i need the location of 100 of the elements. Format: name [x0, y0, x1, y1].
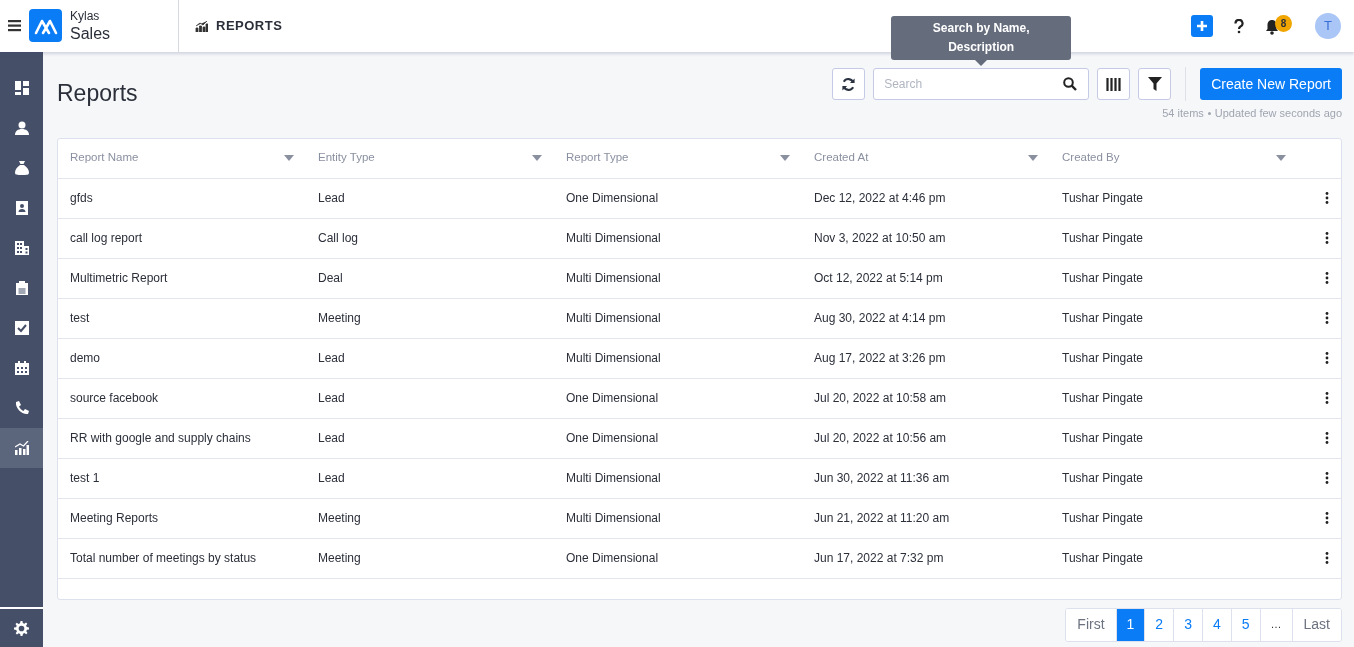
- column-header[interactable]: Created By: [1062, 149, 1120, 167]
- table-cell-text: call log report: [70, 230, 143, 247]
- chart-icon: [14, 441, 29, 455]
- table-cell-text: Jul 20, 2022 at 10:58 am: [814, 390, 947, 407]
- column-header[interactable]: Report Type: [566, 149, 629, 167]
- refresh-icon: [841, 76, 857, 92]
- search-tooltip: Search by Name, Description: [891, 16, 1072, 60]
- more-options-icon[interactable]: [1325, 192, 1329, 204]
- create-report-button[interactable]: Create New Report: [1200, 68, 1342, 100]
- table-cell-text: Tushar Pingate: [1062, 350, 1143, 367]
- table-cell-text: Tushar Pingate: [1062, 430, 1143, 447]
- more-options-icon[interactable]: [1325, 392, 1329, 404]
- table-cell-text: Jul 20, 2022 at 10:56 am: [814, 430, 947, 447]
- more-options-icon[interactable]: [1325, 432, 1329, 444]
- table-cell-text: Tushar Pingate: [1062, 390, 1143, 407]
- more-options-icon[interactable]: [1325, 312, 1329, 324]
- more-options-icon[interactable]: [1325, 472, 1329, 484]
- table-cell-text: Jun 17, 2022 at 7:32 pm: [814, 550, 944, 567]
- user-icon: [14, 121, 29, 135]
- table-cell-text: One Dimensional: [566, 190, 659, 207]
- pagination-link[interactable]: Last: [1291, 608, 1341, 641]
- notification-badge: 8: [1275, 15, 1292, 32]
- table-cell-text: Tushar Pingate: [1062, 470, 1143, 487]
- more-options-icon[interactable]: [1325, 552, 1329, 564]
- table-cell-text: One Dimensional: [566, 550, 659, 567]
- column-header[interactable]: Created At: [814, 149, 869, 167]
- plus-icon: [1196, 20, 1208, 32]
- caret-icon[interactable]: [284, 155, 294, 161]
- table-cell-text: Multi Dimensional: [566, 230, 661, 247]
- section-title: REPORTS: [216, 17, 283, 36]
- table-cell-text: Jun 21, 2022 at 11:20 am: [814, 510, 950, 527]
- clipboard-icon: [14, 281, 29, 295]
- table-cell-text: RR with google and supply chains: [70, 430, 251, 447]
- table-cell-text: Tushar Pingate: [1062, 510, 1143, 527]
- table-cell-text: Lead: [318, 430, 345, 447]
- table-cell-text: Multi Dimensional: [566, 470, 661, 487]
- bell-icon[interactable]: [1265, 19, 1279, 35]
- table-cell-text: Deal: [318, 270, 343, 287]
- table-cell-text: Lead: [318, 350, 345, 367]
- calendar-icon: [14, 361, 29, 375]
- table-cell-text: source facebook: [70, 390, 159, 407]
- logo-icon: [29, 9, 62, 43]
- table-cell-text: Aug 17, 2022 at 3:26 pm: [814, 350, 946, 367]
- page-button[interactable]: 1: [1115, 608, 1145, 641]
- columns-icon: [1106, 77, 1122, 91]
- table-cell-text: test: [70, 310, 90, 327]
- more-options-icon[interactable]: [1325, 512, 1329, 524]
- table-cell-text: Nov 3, 2022 at 10:50 am: [814, 230, 946, 247]
- help-icon[interactable]: [1234, 18, 1244, 34]
- checkbox-icon: [14, 321, 29, 335]
- table-cell-text: Tushar Pingate: [1062, 550, 1143, 567]
- table-cell-text: demo: [70, 350, 101, 367]
- building-icon: [14, 241, 29, 255]
- table-cell-text: Multi Dimensional: [566, 270, 661, 287]
- column-header[interactable]: Entity Type: [318, 149, 375, 167]
- more-options-icon[interactable]: [1325, 352, 1329, 364]
- chart-icon: [195, 20, 208, 32]
- columns-button[interactable]: [1097, 68, 1131, 100]
- table-cell-text: One Dimensional: [566, 390, 659, 407]
- caret-icon[interactable]: [1276, 155, 1286, 161]
- table-cell-text: Meeting: [318, 550, 361, 567]
- table-cell-text: test 1: [70, 470, 100, 487]
- add-button[interactable]: [1191, 15, 1213, 37]
- menu-icon[interactable]: [8, 19, 21, 33]
- table-cell-text: Multi Dimensional: [566, 350, 661, 367]
- caret-icon[interactable]: [532, 155, 542, 161]
- table-cell-text: Tushar Pingate: [1062, 270, 1143, 287]
- caret-icon[interactable]: [780, 155, 790, 161]
- filter-icon: [1147, 77, 1162, 91]
- dot-separator-icon: [1207, 111, 1211, 115]
- table-cell-text: Meeting Reports: [70, 510, 159, 527]
- more-options-icon[interactable]: [1325, 232, 1329, 244]
- updated-status: Updated few seconds ago: [1214, 106, 1342, 121]
- table-cell-text: Aug 30, 2022 at 4:14 pm: [814, 310, 946, 327]
- table-cell-text: Multi Dimensional: [566, 310, 661, 327]
- caret-icon[interactable]: [1028, 155, 1038, 161]
- contact-book-icon: [14, 201, 29, 215]
- table-cell-text: gfds: [70, 190, 93, 207]
- page-title: Reports: [57, 80, 138, 108]
- table-cell-text: Lead: [318, 390, 345, 407]
- money-bag-icon: [14, 161, 29, 175]
- refresh-button[interactable]: [832, 68, 866, 100]
- search-icon: [1063, 77, 1078, 91]
- app-name: Sales: [70, 23, 111, 43]
- table-cell-text: Multi Dimensional: [566, 510, 661, 527]
- table-cell-text: Tushar Pingate: [1062, 310, 1143, 327]
- sidebar-item[interactable]: [0, 428, 43, 468]
- more-options-icon[interactable]: [1325, 272, 1329, 284]
- table-cell-text: Total number of meetings by status: [70, 550, 257, 567]
- table-cell-text: Tushar Pingate: [1062, 190, 1143, 207]
- table-cell-text: Lead: [318, 190, 345, 207]
- item-count: 54 items: [1162, 106, 1204, 121]
- column-header[interactable]: Report Name: [70, 149, 139, 167]
- avatar[interactable]: T: [1315, 13, 1341, 39]
- search-field[interactable]: Search: [873, 68, 1090, 100]
- filter-button[interactable]: [1138, 68, 1172, 100]
- dashboard-icon: [14, 81, 29, 95]
- table-cell-text: Meeting: [318, 310, 361, 327]
- settings-icon[interactable]: [14, 620, 29, 636]
- table-cell-text: Meeting: [318, 510, 361, 527]
